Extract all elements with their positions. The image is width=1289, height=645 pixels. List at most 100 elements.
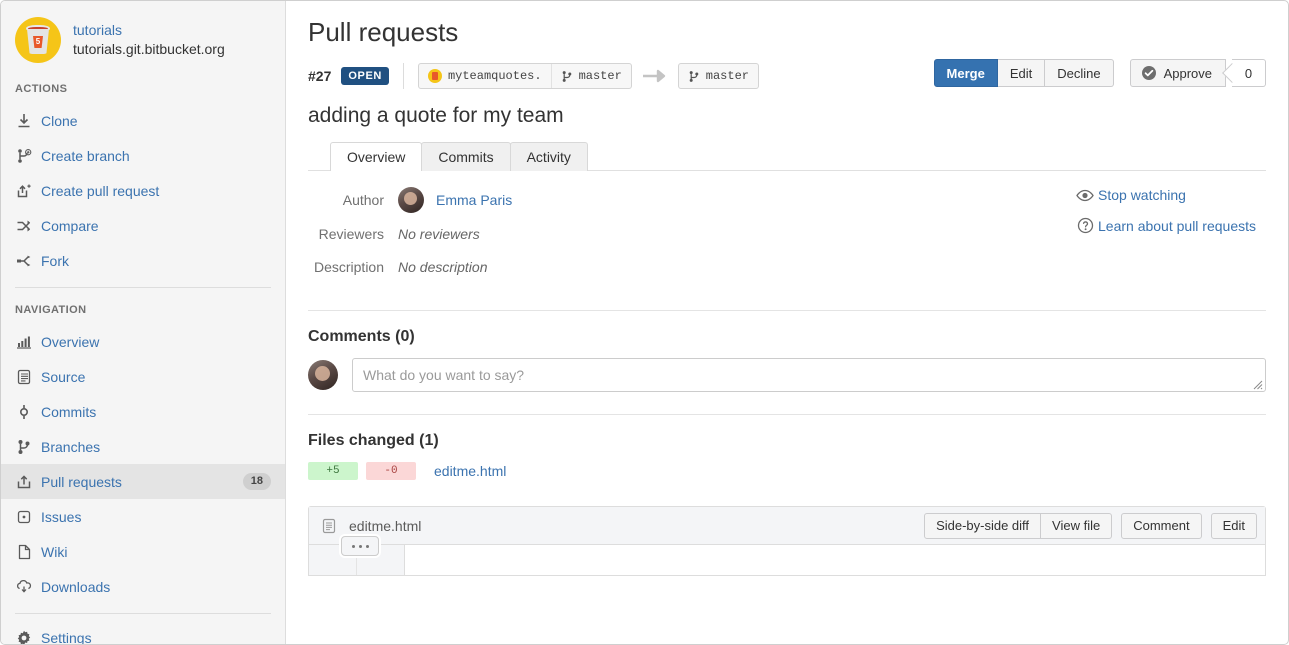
deletions-badge: -0: [366, 462, 416, 480]
sidebar-item-settings[interactable]: Settings: [1, 620, 285, 645]
side-by-side-diff-button[interactable]: Side-by-side diff: [924, 513, 1041, 539]
diff-edit-button[interactable]: Edit: [1211, 513, 1257, 539]
file-icon: [321, 517, 339, 535]
destination-branch-pill[interactable]: master: [678, 63, 759, 89]
approve-button[interactable]: Approve: [1130, 59, 1226, 87]
repository-name[interactable]: tutorials: [73, 21, 225, 40]
files-changed-section-divider: [308, 414, 1266, 415]
navigation-section-label: NAVIGATION: [1, 294, 285, 324]
overview-panel: Author Emma Paris Reviewers No reviewers…: [308, 171, 1266, 288]
sidebar-item-compare[interactable]: Compare: [1, 208, 285, 243]
sidebar-item-create-branch[interactable]: Create branch: [1, 138, 285, 173]
repo-avatar-icon: [428, 69, 442, 83]
resize-grip-icon[interactable]: [1253, 380, 1263, 390]
sidebar-divider: [15, 287, 271, 288]
current-user-avatar: [308, 360, 338, 390]
comment-composer: [308, 358, 1266, 392]
diff-view-button-group: Side-by-side diff View file: [924, 513, 1112, 539]
author-name-link[interactable]: Emma Paris: [436, 192, 512, 208]
source-branch-segment[interactable]: master: [551, 64, 631, 88]
sidebar-divider-2: [15, 613, 271, 614]
reviewers-value: No reviewers: [398, 226, 480, 242]
bar-chart-icon: [15, 333, 41, 351]
actions-section-label: ACTIONS: [1, 73, 285, 103]
cloud-download-icon: [15, 578, 41, 596]
page-title: Pull requests: [308, 17, 1266, 48]
sidebar-item-issues[interactable]: Issues: [1, 499, 285, 534]
eye-icon: [1072, 189, 1098, 202]
comment-input[interactable]: [353, 359, 1265, 391]
overview-fields: Author Emma Paris Reviewers No reviewers…: [308, 187, 948, 288]
merge-button[interactable]: Merge: [934, 59, 998, 87]
sidebar-item-label: Wiki: [41, 544, 271, 560]
branch-plus-icon: [15, 147, 41, 165]
diff-header-buttons: Side-by-side diff View file Comment Edit: [924, 513, 1257, 539]
branch-icon: [15, 438, 41, 456]
additions-badge: +5: [308, 462, 358, 480]
tab-activity[interactable]: Activity: [510, 142, 588, 171]
diff-file-name: editme.html: [349, 518, 421, 534]
decline-button[interactable]: Decline: [1045, 59, 1113, 87]
sidebar-item-branches[interactable]: Branches: [1, 429, 285, 464]
comments-title: Comments (0): [308, 328, 1266, 346]
arrow-right-icon: [642, 69, 668, 83]
approve-count-badge[interactable]: 0: [1232, 59, 1266, 87]
check-circle-icon: [1141, 65, 1157, 81]
gear-icon: [15, 629, 41, 645]
author-avatar: [398, 187, 424, 213]
sidebar-item-fork[interactable]: Fork: [1, 243, 285, 278]
description-label: Description: [308, 259, 398, 275]
source-repo-segment[interactable]: myteamquotes.: [419, 64, 551, 88]
sidebar-item-wiki[interactable]: Wiki: [1, 534, 285, 569]
learn-about-pull-requests-label: Learn about pull requests: [1098, 218, 1256, 234]
destination-branch-segment[interactable]: master: [679, 64, 758, 88]
approve-control: Approve 0: [1130, 59, 1266, 87]
sidebar-item-label: Pull requests: [41, 474, 243, 490]
overview-side-links: Stop watching Learn about pull requests: [1072, 187, 1266, 288]
view-file-button[interactable]: View file: [1041, 513, 1112, 539]
compare-arrows-icon: [15, 217, 41, 235]
sidebar-item-label: Compare: [41, 218, 271, 234]
sidebar-item-pull-requests[interactable]: Pull requests 18: [1, 464, 285, 499]
learn-about-pull-requests-link[interactable]: Learn about pull requests: [1072, 217, 1256, 234]
diff-code-area: [405, 545, 1265, 575]
sidebar-item-label: Overview: [41, 334, 271, 350]
comments-section-divider: [308, 310, 1266, 311]
page-icon: [15, 543, 41, 561]
document-icon: [15, 368, 41, 386]
question-circle-icon: [1072, 217, 1098, 234]
html5-bucket-logo-icon: 5: [15, 17, 61, 63]
tab-commits[interactable]: Commits: [421, 142, 510, 171]
edit-button[interactable]: Edit: [998, 59, 1045, 87]
diff-body: [309, 545, 1265, 575]
expand-context-button[interactable]: [341, 536, 379, 556]
stop-watching-link[interactable]: Stop watching: [1072, 187, 1256, 203]
source-branch-name: master: [579, 69, 622, 83]
fork-icon: [15, 252, 41, 270]
sidebar-item-clone[interactable]: Clone: [1, 103, 285, 138]
sidebar-item-downloads[interactable]: Downloads: [1, 569, 285, 604]
tab-overview[interactable]: Overview: [330, 142, 422, 171]
sidebar-item-label: Create branch: [41, 148, 271, 164]
diff-comment-button[interactable]: Comment: [1121, 513, 1201, 539]
sidebar-item-label: Clone: [41, 113, 271, 129]
sidebar-item-label: Commits: [41, 404, 271, 420]
meta-divider: [403, 63, 404, 89]
source-repo-name: myteamquotes.: [448, 69, 542, 83]
sidebar-item-label: Source: [41, 369, 271, 385]
stop-watching-label: Stop watching: [1098, 187, 1186, 203]
sidebar-item-overview[interactable]: Overview: [1, 324, 285, 359]
repository-header: 5 tutorials tutorials.git.bitbucket.org: [1, 13, 285, 73]
pull-request-number: #27: [308, 68, 331, 84]
sidebar-item-label: Branches: [41, 439, 271, 455]
changed-file-link[interactable]: editme.html: [434, 463, 506, 479]
sidebar-item-commits[interactable]: Commits: [1, 394, 285, 429]
pull-requests-count-badge: 18: [243, 473, 271, 490]
approve-count-value: 0: [1245, 66, 1252, 81]
destination-branch-name: master: [706, 69, 749, 83]
description-row: Description No description: [308, 255, 948, 279]
sidebar-item-source[interactable]: Source: [1, 359, 285, 394]
diff-panel: editme.html Side-by-side diff View file …: [308, 506, 1266, 576]
sidebar-item-create-pull-request[interactable]: Create pull request: [1, 173, 285, 208]
source-branch-pill[interactable]: myteamquotes. master: [418, 63, 632, 89]
